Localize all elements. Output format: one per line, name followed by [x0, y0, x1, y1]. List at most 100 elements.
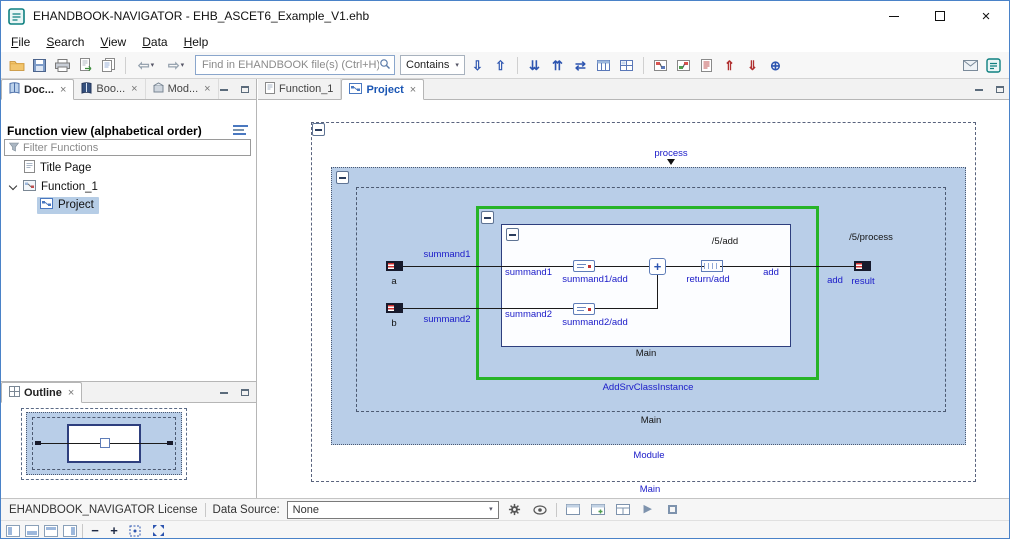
start-measurement-icon[interactable]: ▶	[639, 501, 657, 519]
thumbnail-input-port	[35, 441, 41, 445]
chevron-expanded-icon[interactable]	[8, 181, 18, 190]
previous-hit-icon[interactable]: ⇑	[719, 55, 740, 76]
summand2-wire-label[interactable]: summand2	[417, 314, 477, 326]
stop-measurement-icon[interactable]	[664, 501, 682, 519]
tab-close-icon[interactable]: ×	[60, 84, 66, 96]
minimize-panel-button[interactable]	[218, 84, 230, 95]
input-port-b[interactable]	[386, 303, 403, 313]
search-mode-select[interactable]: Contains ▾	[400, 55, 465, 75]
tab-close-icon[interactable]: ×	[68, 387, 74, 399]
tab-project[interactable]: Project ×	[341, 79, 425, 100]
collapse-module-button[interactable]	[336, 171, 349, 184]
process-label[interactable]: process	[631, 148, 711, 160]
maximize-panel-button[interactable]	[994, 84, 1006, 95]
maximize-button[interactable]	[917, 1, 963, 31]
filter-functions-input[interactable]	[23, 141, 246, 154]
next-hit-icon[interactable]: ⇓	[742, 55, 763, 76]
table-view-icon[interactable]	[593, 55, 614, 76]
summand2-add-block[interactable]	[573, 303, 595, 315]
minimize-panel-button[interactable]	[973, 84, 985, 95]
experiment-window-icon[interactable]	[614, 501, 632, 519]
input-port-a[interactable]	[386, 261, 403, 271]
save-icon[interactable]	[29, 55, 50, 76]
add-operator-block[interactable]: +	[649, 258, 666, 275]
summand2-pin-label[interactable]: summand2	[505, 309, 552, 321]
forward-button[interactable]: ⇨ ▾	[162, 55, 190, 76]
find-next-icon[interactable]: ⇩	[467, 55, 488, 76]
maximize-panel-button[interactable]	[239, 387, 251, 398]
instance-label[interactable]: AddSrvClassInstance	[568, 382, 728, 394]
tab-close-icon[interactable]: ×	[204, 83, 210, 95]
summand2-add-label[interactable]: summand2/add	[555, 317, 635, 329]
collapse-instance-button[interactable]	[481, 211, 494, 224]
open-file-icon[interactable]	[6, 55, 27, 76]
tab-close-icon[interactable]: ×	[410, 84, 416, 96]
tab-function-1[interactable]: Function_1	[258, 79, 342, 99]
diagram-canvas[interactable]: + process Main Module Main AddSrvClassIn…	[258, 100, 1009, 498]
add-annotation-icon[interactable]: ⊕	[765, 55, 786, 76]
fit-to-window-icon[interactable]	[149, 522, 167, 539]
print-icon[interactable]	[52, 55, 73, 76]
maximize-panel-button[interactable]	[239, 84, 251, 95]
minimize-button[interactable]	[871, 1, 917, 31]
window-layout-icon-2[interactable]	[25, 524, 39, 537]
tree-item-project[interactable]: Project	[1, 196, 256, 215]
return-add-block[interactable]	[701, 260, 723, 272]
find-previous-icon[interactable]: ⇧	[490, 55, 511, 76]
measurement-view-icon[interactable]	[564, 501, 582, 519]
ehandbook-info-icon[interactable]	[983, 55, 1004, 76]
zoom-original-icon[interactable]	[126, 522, 144, 539]
window-layout-icon-1[interactable]	[6, 524, 20, 537]
tree-item-title-page[interactable]: Title Page	[1, 158, 256, 177]
collapse-main-button[interactable]	[312, 123, 325, 136]
zoom-in-button[interactable]: +	[107, 524, 121, 537]
summand1-add-block[interactable]	[573, 260, 595, 272]
tab-close-icon[interactable]: ×	[131, 83, 137, 95]
collapse-all-icon[interactable]: ⇈	[547, 55, 568, 76]
module-label[interactable]: Module	[609, 450, 689, 462]
menu-view[interactable]: View	[92, 33, 134, 51]
model-report-icon[interactable]	[696, 55, 717, 76]
tab-outline[interactable]: Outline ×	[1, 382, 83, 403]
summand1-pin-label[interactable]: summand1	[505, 267, 552, 279]
summand1-wire-label[interactable]: summand1	[417, 249, 477, 261]
link-with-selection-icon[interactable]: ⇄	[570, 55, 591, 76]
close-button[interactable]: ×	[963, 1, 1009, 31]
compare-models-icon[interactable]	[673, 55, 694, 76]
outline-thumbnail[interactable]	[21, 408, 187, 480]
summand1-add-label[interactable]: summand1/add	[555, 274, 635, 286]
feedback-icon[interactable]	[960, 55, 981, 76]
tab-bookmarks[interactable]: Boo... ×	[74, 79, 146, 99]
expand-all-icon[interactable]: ⇊	[524, 55, 545, 76]
zoom-out-button[interactable]: −	[88, 524, 102, 537]
menu-help[interactable]: Help	[176, 33, 217, 51]
visibility-icon[interactable]	[531, 501, 549, 519]
collapse-inner-main-button[interactable]	[506, 228, 519, 241]
copy-document-icon[interactable]	[98, 55, 119, 76]
return-add-label[interactable]: return/add	[668, 274, 748, 286]
main-task-label[interactable]: Main	[610, 484, 690, 496]
matrix-view-icon[interactable]	[616, 55, 637, 76]
data-source-select[interactable]: None ▾	[286, 500, 499, 519]
search-icon[interactable]	[379, 58, 391, 73]
result-label[interactable]: result	[843, 276, 883, 288]
tab-models[interactable]: Mod... ×	[146, 79, 219, 99]
minimize-panel-button[interactable]	[218, 387, 230, 398]
tree-item-function-1[interactable]: Function_1	[1, 177, 256, 196]
find-input[interactable]	[202, 59, 379, 71]
settings-icon[interactable]	[506, 501, 524, 519]
tab-document-structure[interactable]: Doc... ×	[1, 79, 75, 100]
menu-data[interactable]: Data	[134, 33, 175, 51]
statusbar-separator	[555, 502, 557, 517]
back-button[interactable]: ⇦ ▾	[132, 55, 160, 76]
menu-file[interactable]: File	[3, 33, 38, 51]
model-diagram-icon[interactable]	[650, 55, 671, 76]
add-inner-label[interactable]: add	[753, 267, 789, 279]
output-port-result[interactable]	[854, 261, 871, 271]
export-document-icon[interactable]	[75, 55, 96, 76]
window-layout-icon-4[interactable]	[63, 524, 77, 537]
window-layout-icon-3[interactable]	[44, 524, 58, 537]
add-measure-window-icon[interactable]	[589, 501, 607, 519]
menu-search[interactable]: Search	[38, 33, 92, 51]
view-menu-icon[interactable]	[233, 125, 248, 137]
